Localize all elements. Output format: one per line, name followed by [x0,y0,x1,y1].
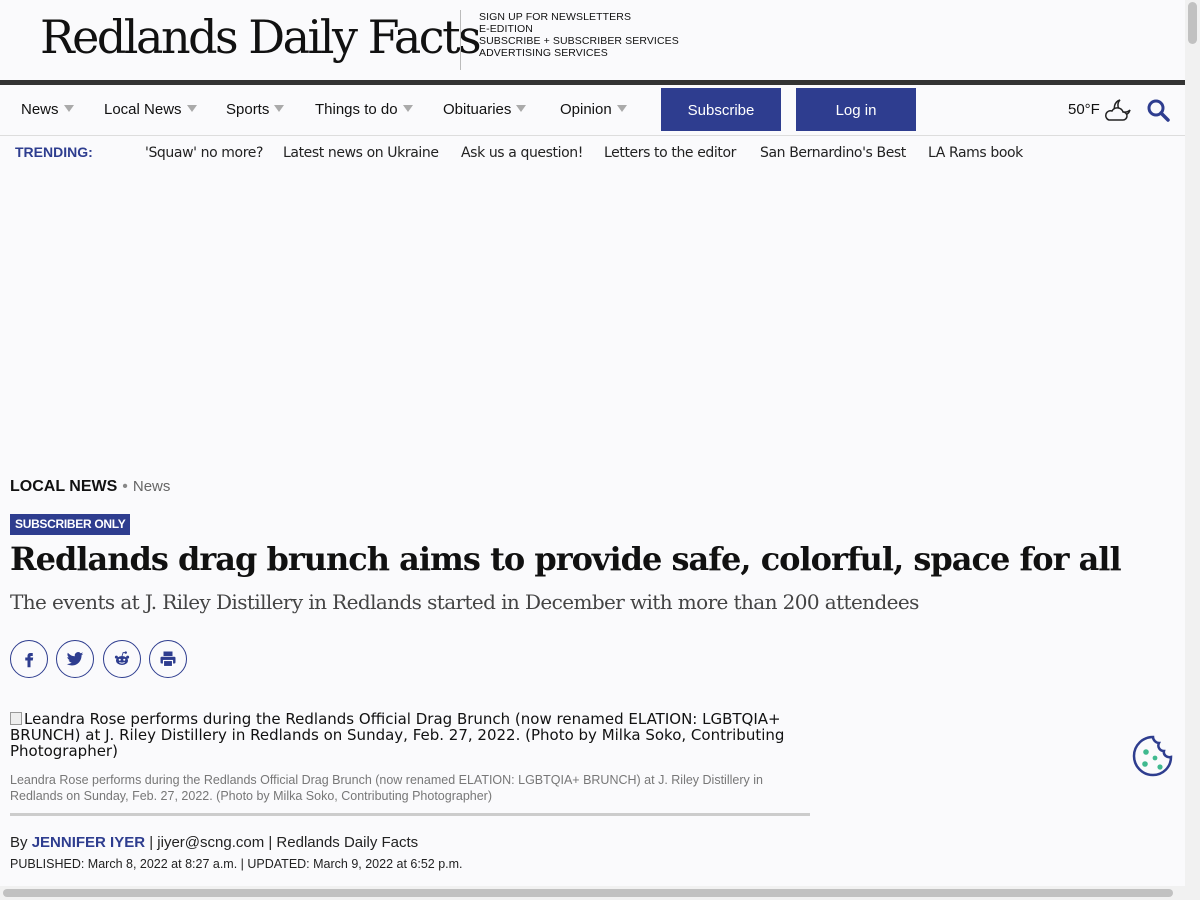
trending-link[interactable]: San Bernardino's Best [760,145,906,161]
vertical-scrollbar[interactable] [1185,0,1200,886]
login-button[interactable]: Log in [796,88,916,131]
site-header: Redlands Daily Facts SIGN UP FOR NEWSLET… [0,0,1185,80]
caret-down-icon [274,104,285,112]
nav-item-local-news[interactable]: Local News [104,85,197,135]
advertising-services-link[interactable]: ADVERTISING SERVICES [479,47,679,59]
header-divider [460,10,461,70]
trending-link[interactable]: Latest news on Ukraine [283,145,439,161]
subscriber-services-link[interactable]: SUBSCRIBE + SUBSCRIBER SERVICES [479,35,679,47]
nav-item-label: Opinion [560,101,612,118]
caret-down-icon [402,104,413,112]
twitter-icon [66,652,84,666]
subscribe-button[interactable]: Subscribe [661,88,781,131]
trending-link[interactable]: LA Rams book [928,145,1023,161]
horizontal-scrollbar-thumb[interactable] [3,889,1173,897]
nav-item-things-to-do[interactable]: Things to do [315,85,413,135]
caret-down-icon [63,104,74,112]
main-nav: News Local News Sports Things to do Obit… [0,85,1185,136]
image-caption: Leandra Rose performs during the Redland… [10,773,763,803]
nav-item-opinion[interactable]: Opinion [560,85,627,135]
nav-item-news[interactable]: News [21,85,74,135]
nav-item-label: Local News [104,101,182,118]
share-facebook-button[interactable] [10,640,48,678]
caret-down-icon [516,104,527,112]
weather-temperature[interactable]: 50°F [1068,85,1100,135]
byline-details: | jiyer@scng.com | Redlands Daily Facts [149,834,419,851]
section-link[interactable]: LOCAL NEWS [10,478,117,495]
nav-item-sports[interactable]: Sports [226,85,285,135]
horizontal-scrollbar[interactable] [0,886,1200,900]
nav-item-obituaries[interactable]: Obituaries [443,85,527,135]
share-reddit-button[interactable] [103,640,141,678]
publish-dates: PUBLISHED: March 8, 2022 at 8:27 a.m. | … [10,857,463,871]
newsletters-link[interactable]: SIGN UP FOR NEWSLETTERS [479,11,679,23]
page: Redlands Daily Facts SIGN UP FOR NEWSLET… [0,0,1185,886]
subsection-link[interactable]: News [133,478,171,495]
vertical-scrollbar-thumb[interactable] [1188,2,1197,44]
article-image: Leandra Rose performs during the Redland… [10,711,790,759]
subscriber-only-badge: SUBSCRIBER ONLY [10,514,131,535]
nav-item-label: Obituaries [443,101,512,118]
partly-cloudy-night-icon[interactable] [1103,97,1133,123]
article-headline: Redlands drag brunch aims to provide saf… [10,540,1122,578]
print-button[interactable] [149,640,187,678]
reddit-icon [114,651,130,665]
article-subheadline: The events at J. Riley Distillery in Red… [10,590,919,614]
article-section: LOCAL NEWS • News [10,478,170,496]
author-link[interactable]: JENNIFER IYER [32,834,145,851]
trending-label: TRENDING: [15,144,93,160]
share-twitter-button[interactable] [56,640,94,678]
e-edition-link[interactable]: E-EDITION [479,23,679,35]
trending-link[interactable]: Ask us a question! [461,145,583,161]
byline-prefix: By [10,834,28,851]
caption-divider [10,813,810,816]
cookie-settings-icon[interactable] [1131,734,1175,778]
section-separator: • [122,478,128,495]
caret-down-icon [186,104,197,112]
byline: By JENNIFER IYER | jiyer@scng.com | Redl… [10,834,418,851]
print-icon [160,651,176,668]
broken-image-icon [10,712,22,725]
nav-item-label: Sports [226,101,270,118]
nav-item-label: News [21,101,59,118]
trending-link[interactable]: Letters to the editor [604,145,736,161]
trending-link[interactable]: 'Squaw' no more? [145,145,263,161]
image-alt-text: Leandra Rose performs during the Redland… [10,710,785,760]
caret-down-icon [616,104,627,112]
header-links: SIGN UP FOR NEWSLETTERS E-EDITION SUBSCR… [479,11,679,59]
facebook-icon [25,653,34,668]
trending-bar: TRENDING: 'Squaw' no more? Latest news o… [0,136,1185,170]
site-logo[interactable]: Redlands Daily Facts [40,10,482,64]
search-icon[interactable] [1146,98,1170,122]
nav-item-label: Things to do [315,101,398,118]
